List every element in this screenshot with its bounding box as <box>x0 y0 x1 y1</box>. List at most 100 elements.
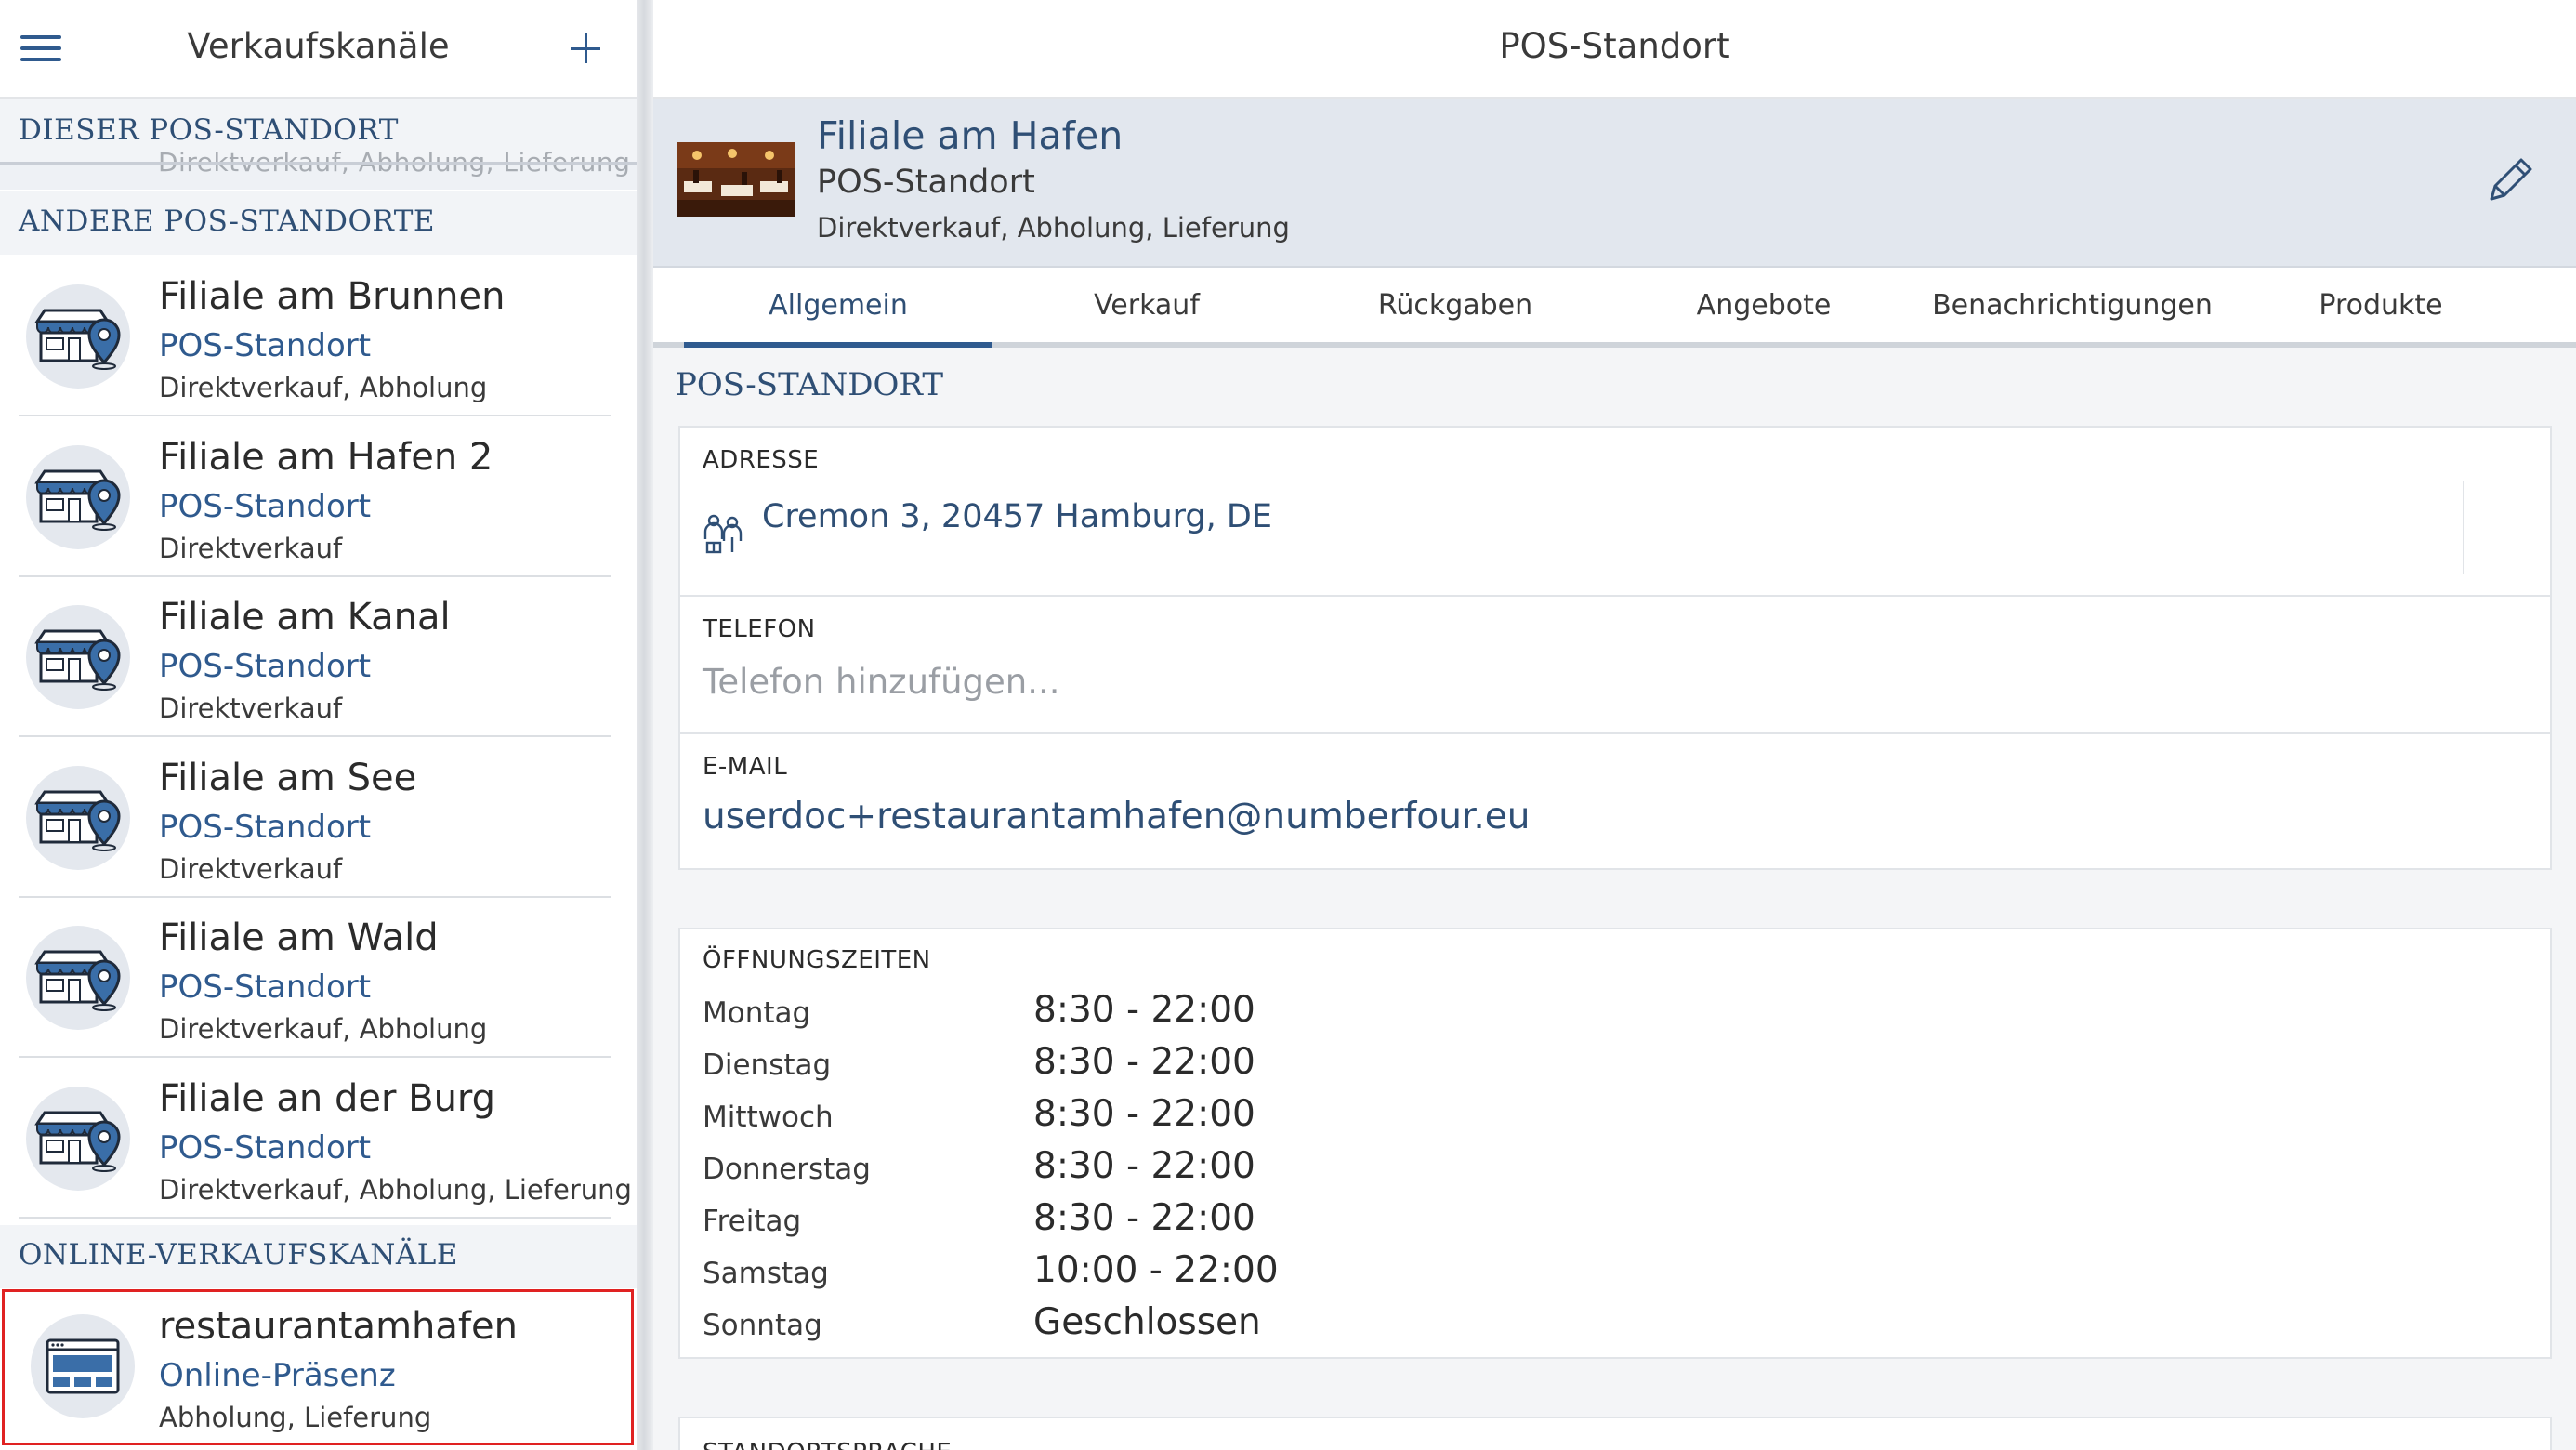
store-list-item[interactable]: Filiale am Wald POS-Standort Direktverkauf… <box>0 898 637 1058</box>
hours-value: 10:00 - 22:00 <box>1033 1249 1279 1291</box>
store-title: Filiale am Hafen <box>817 113 1124 158</box>
phone-field[interactable]: Telefon hinzufügen... <box>703 662 1060 702</box>
weekday-label: Dienstag <box>703 1048 832 1082</box>
store-location-icon <box>26 765 130 870</box>
store-name: Filiale an der Burg <box>159 1076 496 1120</box>
hours-value: 8:30 - 22:00 <box>1033 989 1255 1031</box>
email-label: E-MAIL <box>703 753 788 781</box>
sales-channels-header: Verkaufskanäle <box>0 0 637 99</box>
pencil-icon[interactable] <box>2484 154 2536 206</box>
pos-detail-title: POS-Standort <box>1499 26 1730 66</box>
store-name: Filiale am See <box>159 756 417 799</box>
store-type: POS-Standort <box>159 1128 372 1167</box>
store-desc: Direktverkauf <box>159 532 343 564</box>
store-type: POS-Standort <box>159 327 372 364</box>
panel-divider[interactable] <box>637 0 653 1450</box>
store-location-icon <box>26 605 130 709</box>
store-name: Filiale am Wald <box>159 916 439 959</box>
tab-verkauf[interactable]: Verkauf <box>992 268 1301 348</box>
online-channel-name: restaurantamhafen <box>159 1305 518 1348</box>
store-desc: Direktverkauf, Abholung <box>159 1013 488 1045</box>
tab-angebote[interactable]: Angebote <box>1610 268 1918 348</box>
store-location-icon <box>26 1086 130 1191</box>
address-value[interactable]: Cremon 3, 20457 Hamburg, DE <box>762 498 1272 535</box>
online-channel-item[interactable]: restaurantamhafen Online-Präsenz Abholun… <box>2 1289 634 1445</box>
store-desc: Direktverkauf <box>159 692 343 724</box>
opening-hours-row: Sonntag Geschlossen <box>703 1298 1632 1350</box>
opening-hours-label: ÖFFNUNGSZEITEN <box>703 946 931 974</box>
store-list-item[interactable]: Filiale am See POS-Standort Direktverkauf <box>0 738 637 898</box>
detail-tabs: Allgemein Verkauf Rückgaben Angebote Benachr… <box>653 268 2576 348</box>
store-desc: Direktverkauf, Abholung <box>159 372 488 403</box>
weekday-label: Donnerstag <box>703 1153 871 1186</box>
store-type: POS-Standort <box>817 164 1035 201</box>
tab-label: Benachrichtigungen <box>1932 289 2213 322</box>
tab-label: Allgemein <box>769 289 908 322</box>
address-label: ADRESSE <box>703 446 820 474</box>
tab-label: Produkte <box>2319 289 2443 322</box>
store-location-icon <box>26 444 130 549</box>
store-photo <box>677 142 795 217</box>
section-this-pos: DIESER POS-STANDORT Direktverkauf, Abhol… <box>0 99 637 190</box>
store-name: Filiale am Hafen 2 <box>159 435 493 479</box>
store-list-item[interactable]: Filiale am Brunnen POS-Standort Direktverk… <box>0 257 637 416</box>
section-other-pos-label: ANDERE POS-STANDORTE <box>19 204 436 238</box>
store-type: POS-Standort <box>159 487 372 525</box>
store-desc: Direktverkauf <box>159 852 343 885</box>
people-location-icon <box>703 511 743 554</box>
store-desc: Direktverkauf, Abholung, Lieferung <box>817 212 1290 244</box>
weekday-label: Freitag <box>703 1205 802 1238</box>
store-desc: Direktverkauf, Abholung, Lieferung <box>159 1173 632 1206</box>
hours-value: 8:30 - 22:00 <box>1033 1145 1255 1187</box>
hours-value: Geschlossen <box>1033 1301 1261 1343</box>
weekday-label: Samstag <box>703 1257 829 1290</box>
store-location-icon <box>26 284 130 389</box>
store-hero: Filiale am Hafen POS-Standort Direktverk… <box>653 99 2576 268</box>
add-channel-icon[interactable] <box>571 33 602 65</box>
opening-hours-row: Donnerstag 8:30 - 22:00 <box>703 1141 1632 1193</box>
tab-r-ckgaben[interactable]: Rückgaben <box>1301 268 1610 348</box>
language-card[interactable]: STANDORTSPRACHE <box>678 1417 2552 1450</box>
store-list-item[interactable]: Filiale am Hafen 2 POS-Standort Direktverk… <box>0 417 637 577</box>
email-card[interactable]: E-MAIL userdoc+restaurantamhafen@numberf… <box>678 732 2552 870</box>
language-label: STANDORTSPRACHE <box>703 1439 952 1450</box>
opening-hours-row: Montag 8:30 - 22:00 <box>703 985 1632 1037</box>
tab-label: Verkauf <box>1094 289 1200 322</box>
store-type: POS-Standort <box>159 969 372 1006</box>
hours-value: 8:30 - 22:00 <box>1033 1197 1255 1239</box>
opening-hours-row: Mittwoch 8:30 - 22:00 <box>703 1089 1632 1141</box>
address-card[interactable]: ADRESSE Cremon 3, 20457 Hamburg, DE <box>678 426 2552 597</box>
opening-hours-row: Freitag 8:30 - 22:00 <box>703 1193 1632 1246</box>
email-value[interactable]: userdoc+restaurantamhafen@numberfour.eu <box>703 796 1531 837</box>
tab-allgemein[interactable]: Allgemein <box>684 268 992 348</box>
phone-label: TELEFON <box>703 615 816 643</box>
section-this-pos-label: DIESER POS-STANDORT <box>19 113 399 147</box>
opening-hours-row: Dienstag 8:30 - 22:00 <box>703 1037 1632 1089</box>
phone-card[interactable]: TELEFON Telefon hinzufügen... <box>678 595 2552 734</box>
hours-value: 8:30 - 22:00 <box>1033 1093 1255 1135</box>
section-online-channels: ONLINE-VERKAUFSKANÄLE <box>0 1225 637 1288</box>
store-location-icon <box>26 926 130 1030</box>
store-type: POS-Standort <box>159 808 372 846</box>
tab-benachrichtigungen[interactable]: Benachrichtigungen <box>1918 268 2227 348</box>
tab-label: Rückgaben <box>1377 289 1533 322</box>
store-name: Filiale am Brunnen <box>159 275 506 318</box>
hours-value: 8:30 - 22:00 <box>1033 1041 1255 1083</box>
pos-detail-header: POS-Standort <box>653 0 2576 99</box>
section-online-label: ONLINE-VERKAUFSKANÄLE <box>19 1238 458 1272</box>
opening-hours-card[interactable]: ÖFFNUNGSZEITEN Montag 8:30 - 22:00 Diensta… <box>678 928 2552 1359</box>
store-list-item[interactable]: Filiale am Kanal POS-Standort Direktverkau… <box>0 577 637 737</box>
web-browser-icon <box>31 1314 135 1418</box>
pos-detail-panel: POS-Standort Filiale am Hafen POS-Stando… <box>653 0 2576 1450</box>
opening-hours-row: Samstag 10:00 - 22:00 <box>703 1246 1632 1298</box>
tab-produkte[interactable]: Produkte <box>2227 268 2535 348</box>
online-channel-desc: Abholung, Lieferung <box>159 1402 432 1433</box>
tab-label: Angebote <box>1696 289 1832 322</box>
store-type: POS-Standort <box>159 648 372 685</box>
section-title: POS-STANDORT <box>676 366 944 403</box>
online-channel-type: Online-Präsenz <box>159 1357 396 1394</box>
section-other-pos: ANDERE POS-STANDORTE <box>0 191 637 255</box>
store-name: Filiale am Kanal <box>159 596 451 639</box>
store-list-item[interactable]: Filiale an der Burg POS-Standort Direktver… <box>0 1059 637 1219</box>
weekday-label: Montag <box>703 996 811 1030</box>
